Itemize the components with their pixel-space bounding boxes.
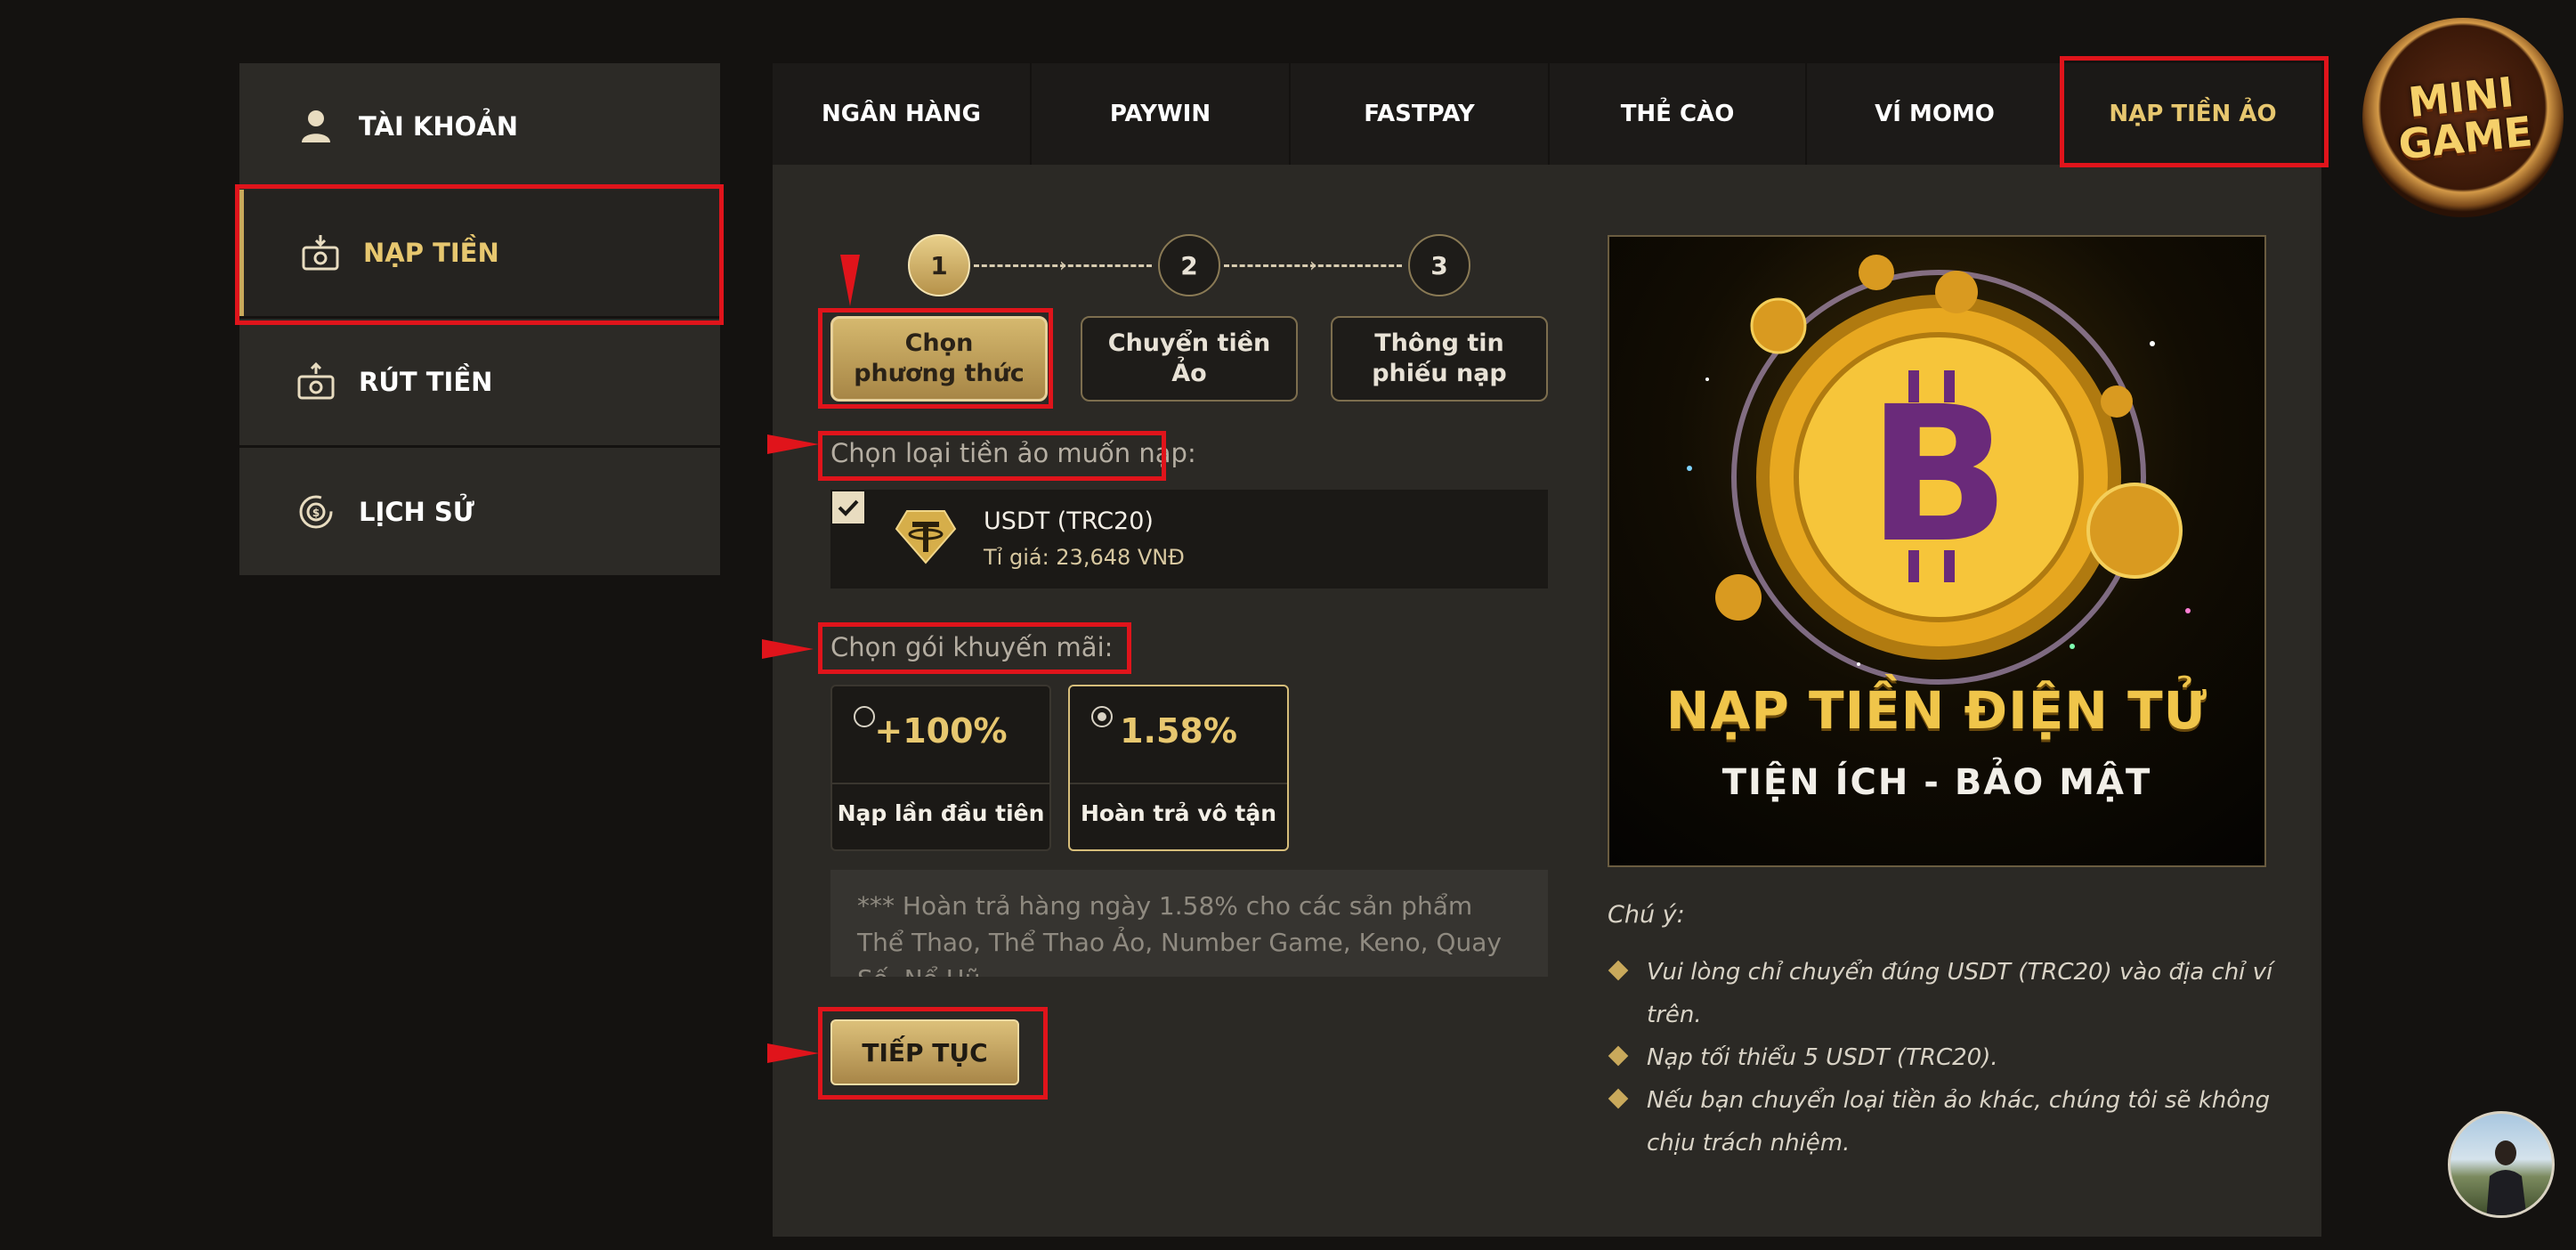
banner-title: NẠP TIỀN ĐIỆN TỬ (1665, 680, 2208, 741)
avatar[interactable] (2448, 1111, 2555, 1218)
coin-rate: Tỉ giá: 23,648 VNĐ (984, 545, 1185, 570)
sidebar-item-account[interactable]: TÀI KHOẢN (239, 63, 720, 190)
red-arrow-right-icon (762, 639, 814, 659)
crypto-banner-image: B NẠP TIỀN ĐIỆN TỬ TIỆN ÍCH - BẢO MẬT (1608, 235, 2266, 867)
note-item: Nếu bạn chuyển loại tiền ảo khác, chúng … (1608, 1079, 2293, 1165)
sidebar-item-label: TÀI KHOẢN (359, 111, 518, 142)
red-arrow-down-icon (840, 255, 860, 306)
coin-section-label: Chọn loại tiền ảo muốn nạp: (830, 438, 1196, 468)
step-number: 1 (930, 250, 948, 280)
sidebar-item-withdraw[interactable]: RÚT TIỀN (239, 319, 720, 445)
coin-option-usdt[interactable]: USDT (TRC20) Tỉ giá: 23,648 VNĐ (830, 490, 1548, 588)
tab-bank[interactable]: NGÂN HÀNG (773, 63, 1030, 165)
red-arrow-right-icon (767, 1043, 819, 1063)
chevron-right-icon: › (1309, 255, 1317, 277)
promo-section-label: Chọn gói khuyến mãi: (830, 632, 1114, 662)
logo-text: GAME (2395, 107, 2535, 169)
step-label: Thông tin (1374, 329, 1504, 357)
tab-label: NGÂN HÀNG (821, 101, 982, 127)
tether-icon (895, 507, 957, 570)
promo-value: +100% (874, 711, 1008, 751)
sidebar-item-label: LỊCH SỬ (359, 496, 475, 527)
tab-label: NẠP TIỀN ẢO (2109, 101, 2277, 127)
sidebar-item-deposit[interactable]: NẠP TIỀN (239, 190, 720, 316)
tab-label: THẺ CÀO (1620, 101, 1735, 127)
note-item: Nạp tối thiểu 5 USDT (TRC20). (1608, 1036, 2293, 1079)
svg-text:B: B (1867, 366, 2010, 584)
step-1-indicator: 1 (908, 234, 970, 296)
step-number: 3 (1430, 250, 1448, 280)
tab-momo-wallet[interactable]: VÍ MOMO (1807, 63, 2062, 165)
promo-caption: Hoàn trả vô tận (1080, 800, 1277, 826)
chevron-right-icon: › (1059, 255, 1067, 277)
promo-option-first-deposit[interactable]: +100% Nạp lần đầu tiên (830, 685, 1051, 851)
promo-value: 1.58% (1120, 711, 1237, 751)
tab-label: FASTPAY (1364, 101, 1475, 127)
step-receipt-info-button[interactable]: Thông tin phiếu nạp (1331, 316, 1548, 402)
step-3-indicator: 3 (1408, 234, 1470, 296)
tab-paywin[interactable]: PAYWIN (1032, 63, 1289, 165)
notes-title: Chú ý: (1608, 901, 1685, 929)
money-deposit-icon (299, 231, 342, 274)
sidebar-item-label: NẠP TIỀN (363, 238, 499, 268)
user-icon (295, 105, 337, 148)
note-item: Vui lòng chỉ chuyển đúng USDT (TRC20) và… (1608, 951, 2293, 1036)
step-label: Chuyển tiền (1107, 329, 1271, 357)
step-label: Ảo (1171, 360, 1207, 387)
tab-label: PAYWIN (1109, 101, 1211, 127)
coin-name: USDT (TRC20) (984, 507, 1154, 535)
promo-caption: Nạp lần đầu tiên (837, 800, 1045, 826)
step-2-indicator: 2 (1158, 234, 1220, 296)
sidebar-item-history[interactable]: $ LỊCH SỬ (239, 448, 720, 575)
step-label: phiếu nạp (1372, 360, 1507, 387)
diamond-bullet-icon (1608, 960, 1629, 981)
minigame-logo[interactable]: MINI GAME (2362, 18, 2564, 217)
step-choose-method-button[interactable]: Chọn phương thức (830, 316, 1048, 402)
note-text: Nếu bạn chuyển loại tiền ảo khác, chúng … (1647, 1087, 2271, 1157)
svg-text:$: $ (312, 507, 320, 519)
tab-scratch-card[interactable]: THẺ CÀO (1550, 63, 1805, 165)
step-transfer-button[interactable]: Chuyển tiền Ảo (1081, 316, 1298, 402)
sidebar-item-label: RÚT TIỀN (359, 367, 493, 397)
red-arrow-right-icon (767, 434, 819, 454)
tab-fastpay[interactable]: FASTPAY (1291, 63, 1548, 165)
banner-subtitle: TIỆN ÍCH - BẢO MẬT (1721, 762, 2152, 803)
step-number: 2 (1180, 250, 1198, 280)
note-text: Vui lòng chỉ chuyển đúng USDT (TRC20) và… (1647, 959, 2273, 1028)
diamond-bullet-icon (1608, 1088, 1629, 1109)
step-label: Chọn (904, 329, 974, 357)
note-text: Nạp tối thiểu 5 USDT (TRC20). (1647, 1044, 1998, 1071)
money-withdraw-icon (295, 361, 337, 403)
tab-crypto-deposit[interactable]: NẠP TIỀN ẢO (2064, 63, 2321, 165)
checkbox-checked-icon[interactable] (832, 491, 864, 524)
promo-note: *** Hoàn trả hàng ngày 1.58% cho các sản… (830, 870, 1548, 977)
step-label: phương thức (854, 360, 1025, 387)
diamond-bullet-icon (1608, 1045, 1629, 1067)
history-icon: $ (295, 491, 337, 533)
tab-label: VÍ MOMO (1875, 101, 1995, 127)
continue-button[interactable]: TIẾP TỤC (830, 1019, 1019, 1085)
promo-option-cashback[interactable]: 1.58% Hoàn trả vô tận (1068, 685, 1289, 851)
